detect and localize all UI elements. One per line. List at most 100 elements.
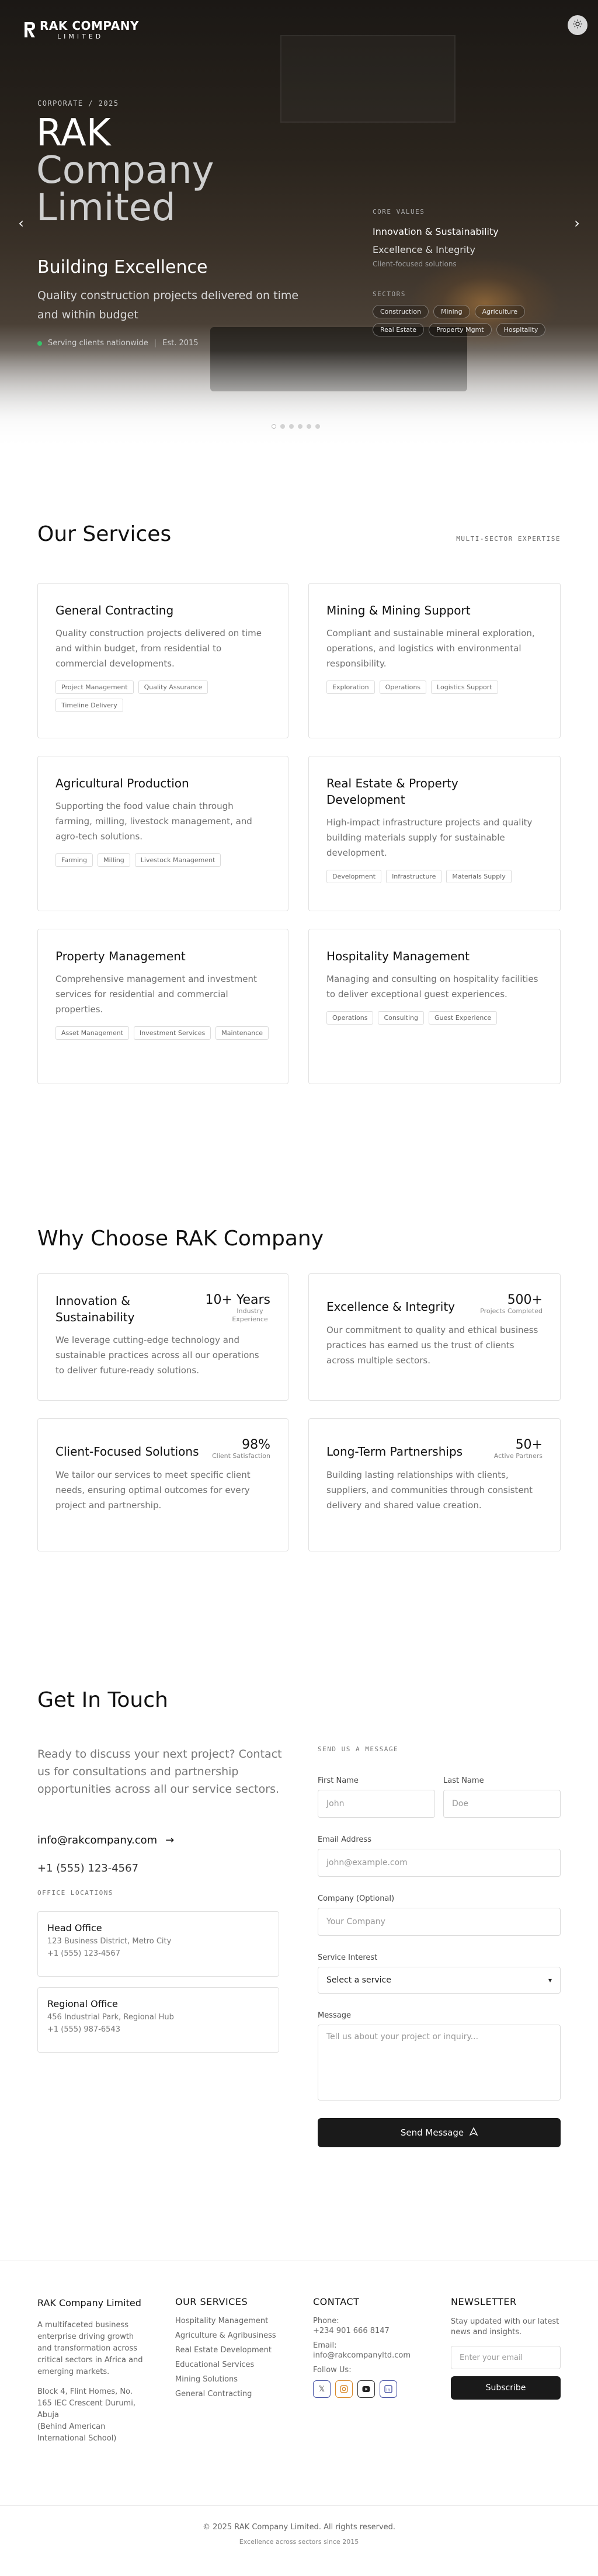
email-field[interactable]: john@example.com: [318, 1849, 561, 1877]
carousel-prev-button[interactable]: ‹: [14, 215, 28, 231]
contact-email: info@rakcompany.com: [37, 1834, 158, 1846]
service-card[interactable]: Mining & Mining Support Compliant and su…: [308, 583, 561, 738]
logo-icon: [23, 21, 35, 39]
contact-form: SEND US A MESSAGE First Name John Last N…: [318, 1745, 561, 2147]
sector-chip[interactable]: Agriculture: [474, 305, 526, 318]
footer-service-link[interactable]: Real Estate Development: [175, 2346, 292, 2355]
carousel-dot[interactable]: [289, 424, 294, 429]
form-label: SEND US A MESSAGE: [318, 1745, 399, 1753]
service-title: Real Estate & Property Development: [326, 776, 458, 807]
hero-title-line: Limited: [36, 186, 176, 230]
service-interest-label: Service Interest: [318, 1953, 378, 1962]
service-description: High-impact infrastructure projects and …: [326, 817, 533, 858]
footer-company-description: A multifaceted business enterprise drivi…: [37, 2321, 143, 2376]
stat-label: Industry Experience: [232, 1307, 268, 1323]
core-value: Client-focused solutions: [373, 260, 457, 268]
last-name-field[interactable]: Doe: [443, 1790, 561, 1818]
theme-toggle-button[interactable]: [568, 15, 587, 35]
hero-info-panel: CORE VALUES Innovation & Sustainability …: [373, 208, 565, 336]
hero-description: Quality construction projects delivered …: [37, 289, 299, 321]
sector-chip[interactable]: Property Mgmt: [429, 323, 492, 336]
carousel-dot[interactable]: [280, 424, 285, 429]
sector-chips: Construction Mining Agriculture Real Est…: [373, 305, 565, 336]
carousel-dot[interactable]: [272, 424, 276, 429]
footer-divider: [0, 2505, 598, 2506]
footer-service-link[interactable]: Agriculture & Agribusiness: [175, 2331, 292, 2340]
stat-value: 10+ Years: [205, 1293, 270, 1307]
footer-follow-label: Follow Us:: [313, 2366, 352, 2374]
sector-chip[interactable]: Mining: [433, 305, 470, 318]
first-name-label: First Name: [318, 1776, 359, 1785]
service-card[interactable]: Property Management Comprehensive manage…: [37, 929, 288, 1084]
x-icon[interactable]: 𝕏: [313, 2380, 331, 2398]
footer-address-note: (Behind American International School): [37, 2422, 117, 2443]
youtube-icon[interactable]: [357, 2380, 375, 2398]
message-field[interactable]: Tell us about your project or inquiry...: [318, 2025, 561, 2101]
service-card[interactable]: Real Estate & Property Development High-…: [308, 756, 561, 911]
carousel-dots: [272, 424, 320, 429]
instagram-icon[interactable]: [335, 2380, 353, 2398]
contact-intro: Ready to discuss your next project? Cont…: [37, 1748, 282, 1796]
footer-service-link[interactable]: Hospitality Management: [175, 2317, 292, 2325]
contact-section: Get In Touch Ready to discuss your next …: [0, 1641, 598, 2261]
newsletter-email-field[interactable]: Enter your email: [451, 2346, 561, 2369]
hero-title-line: RAK: [36, 112, 111, 155]
service-card[interactable]: General Contracting Quality construction…: [37, 583, 288, 738]
carousel-dot[interactable]: [315, 424, 320, 429]
service-title: Mining & Mining Support: [326, 603, 471, 617]
service-tag: Project Management: [55, 681, 134, 694]
service-tag: Development: [326, 870, 382, 883]
company-field[interactable]: Your Company: [318, 1908, 561, 1936]
service-tag: Asset Management: [55, 1026, 130, 1040]
carousel-next-button[interactable]: ›: [570, 215, 584, 231]
why-card-description: Building lasting relationships with clie…: [326, 1470, 533, 1511]
service-tag: Exploration: [326, 681, 375, 694]
footer-service-link[interactable]: Mining Solutions: [175, 2375, 292, 2384]
office-card: Head Office 123 Business District, Metro…: [37, 1911, 279, 1977]
contact-phone[interactable]: +1 (555) 123-4567: [37, 1862, 138, 1874]
carousel-dot[interactable]: [298, 424, 303, 429]
service-tag: Farming: [55, 853, 93, 867]
logo[interactable]: RAK COMPANY LIMITED: [23, 20, 139, 40]
footer-services-title: OUR SERVICES: [175, 2296, 248, 2307]
service-tag: Operations: [379, 681, 427, 694]
stat-label: Projects Completed: [480, 1307, 543, 1315]
why-card-description: Our commitment to quality and ethical bu…: [326, 1325, 538, 1366]
service-tag: Maintenance: [215, 1026, 269, 1040]
sun-icon: [573, 19, 582, 31]
service-title: Agricultural Production: [55, 776, 189, 790]
service-select[interactable]: Select a service ▾: [318, 1967, 561, 1994]
service-tag: Logistics Support: [431, 681, 498, 694]
first-name-field[interactable]: John: [318, 1790, 435, 1818]
status-dot-icon: [37, 341, 42, 346]
carousel-dot[interactable]: [307, 424, 311, 429]
send-message-label: Send Message: [400, 2127, 464, 2138]
service-card[interactable]: Hospitality Management Managing and cons…: [308, 929, 561, 1084]
newsletter-description: Stay updated with our latest news and in…: [451, 2317, 559, 2337]
footer-tagline: Excellence across sectors since 2015: [239, 2538, 359, 2546]
footer-email-label: Email:: [313, 2341, 337, 2350]
service-card[interactable]: Agricultural Production Supporting the f…: [37, 756, 288, 911]
sector-chip[interactable]: Construction: [373, 305, 429, 318]
hero-status: Serving clients nationwide: [48, 339, 148, 348]
why-card-description: We leverage cutting-edge technology and …: [55, 1335, 259, 1376]
send-message-button[interactable]: Send Message: [318, 2118, 561, 2147]
footer-newsletter-title: NEWSLETTER: [451, 2296, 517, 2307]
service-tag: Consulting: [378, 1011, 424, 1025]
subscribe-button[interactable]: Subscribe: [451, 2376, 561, 2400]
contact-email-link[interactable]: info@rakcompany.com →: [37, 1834, 174, 1846]
footer-email[interactable]: info@rakcompanyltd.com: [313, 2351, 430, 2360]
footer-phone-label: Phone:: [313, 2317, 339, 2325]
footer-service-link[interactable]: Educational Services: [175, 2360, 292, 2369]
footer-service-link[interactable]: General Contracting: [175, 2390, 292, 2398]
footer-phone[interactable]: +234 901 666 8147: [313, 2327, 430, 2335]
service-tag: Milling: [98, 853, 130, 867]
sector-chip[interactable]: Hospitality: [496, 323, 546, 336]
linkedin-icon[interactable]: in: [380, 2380, 397, 2398]
email-label: Email Address: [318, 1835, 371, 1844]
service-tag: Timeline Delivery: [55, 699, 123, 712]
service-tag: Operations: [326, 1011, 374, 1025]
service-title: Hospitality Management: [326, 949, 470, 963]
stat-value: 50+: [515, 1438, 543, 1452]
sector-chip[interactable]: Real Estate: [373, 323, 425, 336]
